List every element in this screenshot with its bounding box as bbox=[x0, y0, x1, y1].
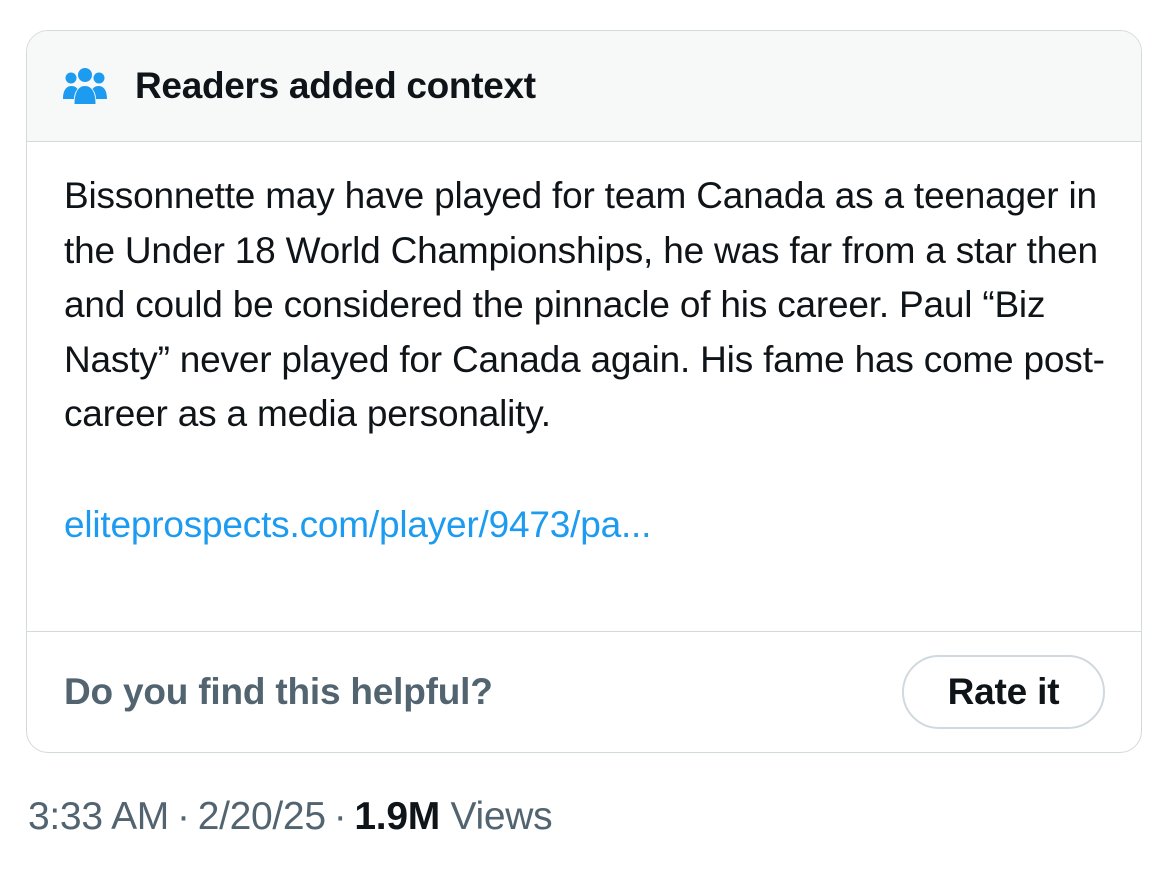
community-note-card: Readers added context Bissonnette may ha… bbox=[26, 30, 1142, 753]
helpful-question: Do you find this helpful? bbox=[64, 671, 493, 712]
post-date[interactable]: 2/20/25 bbox=[198, 795, 326, 838]
views-count: 1.9M bbox=[354, 795, 440, 838]
separator: · bbox=[177, 795, 190, 838]
views-label: Views bbox=[450, 795, 553, 838]
source-link[interactable]: eliteprospects.com/player/9473/pa... bbox=[64, 498, 1105, 552]
note-header: Readers added context bbox=[27, 31, 1141, 142]
rate-it-button[interactable]: Rate it bbox=[902, 655, 1105, 729]
post-time[interactable]: 3:33 AM bbox=[28, 795, 169, 838]
people-icon bbox=[63, 66, 107, 106]
note-header-title: Readers added context bbox=[135, 65, 536, 106]
post-meta: 3:33 AM · 2/20/25 · 1.9M Views bbox=[28, 790, 553, 844]
note-text: Bissonnette may have played for team Can… bbox=[64, 175, 1105, 434]
note-body: Bissonnette may have played for team Can… bbox=[27, 142, 1141, 632]
separator: · bbox=[333, 795, 347, 838]
note-footer: Do you find this helpful? Rate it bbox=[27, 632, 1141, 752]
